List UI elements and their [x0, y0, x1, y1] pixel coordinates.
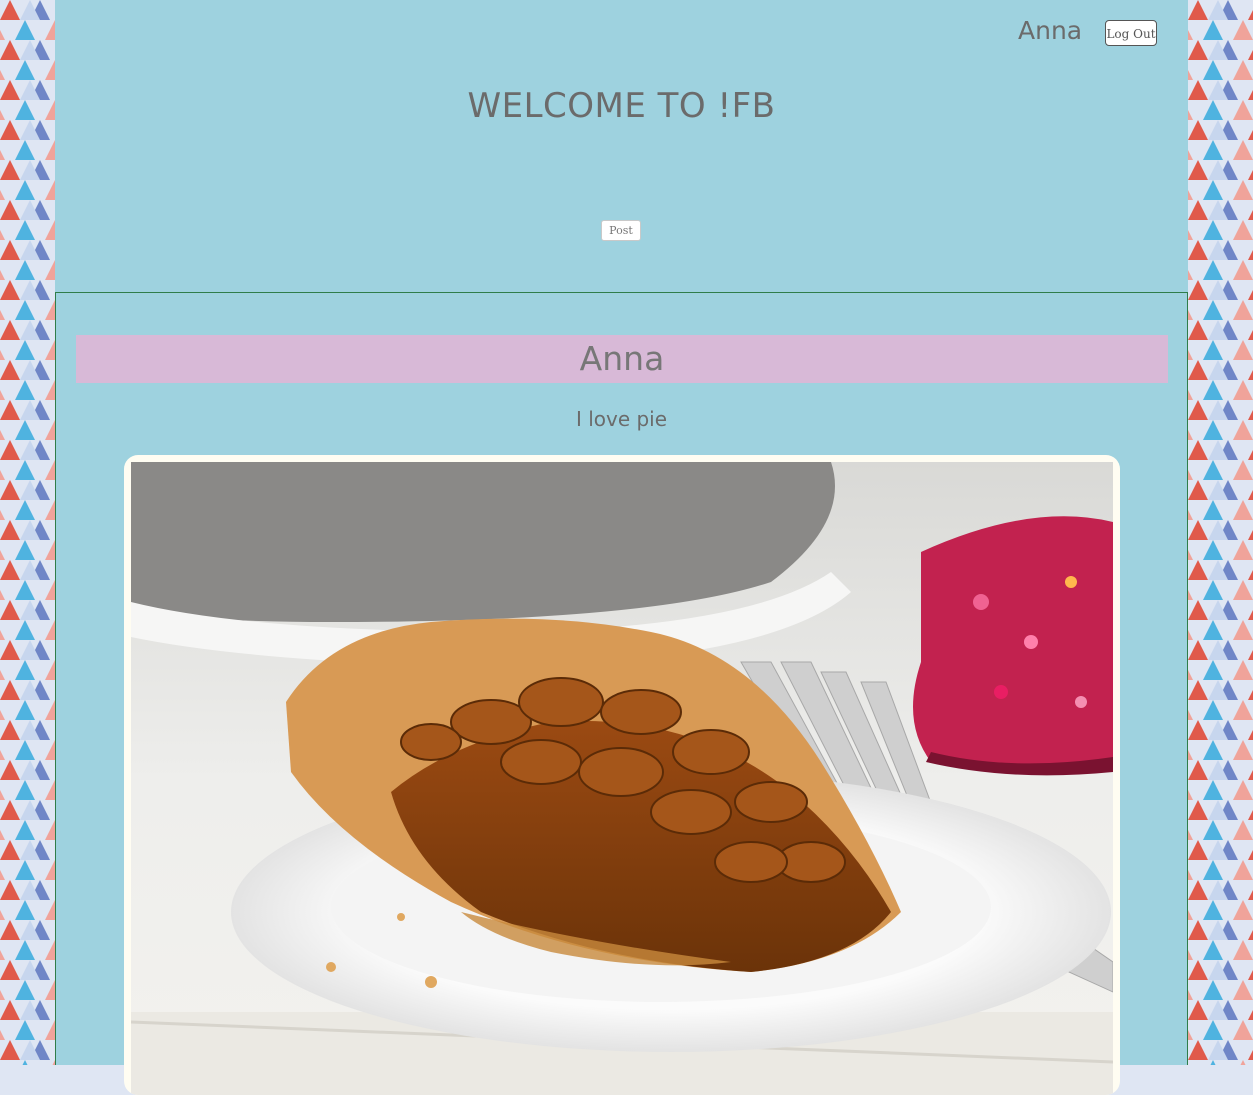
logout-button[interactable]: Log Out: [1105, 20, 1157, 46]
post-feed: Anna I love pie: [55, 292, 1188, 1095]
pecan-pie-photo: [131, 462, 1113, 1095]
post-image-frame: [124, 455, 1120, 1095]
post-author-bar: Anna: [76, 335, 1168, 383]
post-button[interactable]: Post: [601, 220, 641, 241]
page-title: WELCOME TO !FB: [467, 86, 776, 126]
background-pattern-right: [1188, 0, 1253, 1065]
current-user-name: Anna: [1018, 16, 1083, 45]
page-header: Anna Log Out WELCOME TO !FB Post: [55, 0, 1188, 292]
background-pattern-left: [0, 0, 55, 1065]
post-text: I love pie: [575, 407, 668, 431]
main-panel: Anna Log Out WELCOME TO !FB Post Anna I …: [55, 0, 1188, 1095]
